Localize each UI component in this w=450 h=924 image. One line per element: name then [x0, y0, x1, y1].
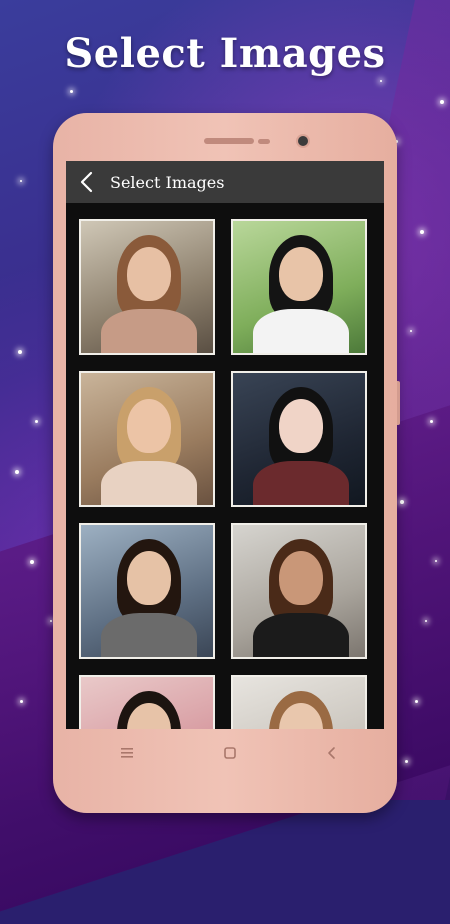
- system-nav-bar: [53, 733, 397, 773]
- sparkle: [435, 560, 437, 562]
- portrait-body: [253, 309, 349, 353]
- portrait-body: [253, 613, 349, 657]
- portrait-face: [279, 551, 323, 605]
- front-camera-icon: [298, 136, 308, 146]
- sparkle: [425, 620, 427, 622]
- sensor-slot: [258, 139, 270, 144]
- portrait-body: [101, 613, 197, 657]
- portrait-body: [101, 461, 197, 505]
- sparkle: [380, 80, 382, 82]
- earpiece-speaker: [204, 138, 254, 144]
- sparkle: [400, 500, 404, 504]
- back-chevron-icon[interactable]: [319, 741, 343, 765]
- square-home-icon[interactable]: [218, 741, 242, 765]
- gallery-image-tile[interactable]: [231, 675, 367, 729]
- sparkle: [20, 180, 22, 182]
- sparkle: [30, 560, 34, 564]
- app-bar-title: Select Images: [110, 172, 225, 192]
- portrait-face: [127, 551, 171, 605]
- sparkle: [70, 90, 73, 93]
- portrait-face: [279, 399, 323, 453]
- gallery-image-tile[interactable]: [79, 219, 215, 355]
- gallery-image-tile[interactable]: [79, 523, 215, 659]
- chevron-left-icon[interactable]: [70, 161, 104, 203]
- gallery-image-tile[interactable]: [231, 523, 367, 659]
- sparkle: [410, 330, 412, 332]
- sparkle: [35, 420, 38, 423]
- gallery-image-tile[interactable]: [79, 371, 215, 507]
- sparkle: [20, 700, 23, 703]
- sparkle: [18, 350, 22, 354]
- sparkle: [415, 700, 418, 703]
- phone-mockup: Select Images: [53, 113, 400, 813]
- gallery-image-tile[interactable]: [231, 371, 367, 507]
- portrait-body: [101, 309, 197, 353]
- sparkle: [430, 420, 433, 423]
- sparkle: [15, 470, 19, 474]
- portrait-face: [279, 247, 323, 301]
- gallery-image-tile[interactable]: [79, 675, 215, 729]
- sparkle: [50, 620, 52, 622]
- portrait-face: [127, 399, 171, 453]
- phone-screen: Select Images: [66, 161, 384, 729]
- portrait-face: [127, 247, 171, 301]
- menu-icon[interactable]: [115, 741, 139, 765]
- gallery-image-tile[interactable]: [231, 219, 367, 355]
- app-bar: Select Images: [66, 161, 384, 203]
- portrait-body: [253, 461, 349, 505]
- sparkle: [405, 760, 408, 763]
- sparkle: [420, 230, 424, 234]
- headline-title: Select Images: [64, 30, 386, 77]
- sparkle: [440, 100, 444, 104]
- side-button: [397, 381, 400, 425]
